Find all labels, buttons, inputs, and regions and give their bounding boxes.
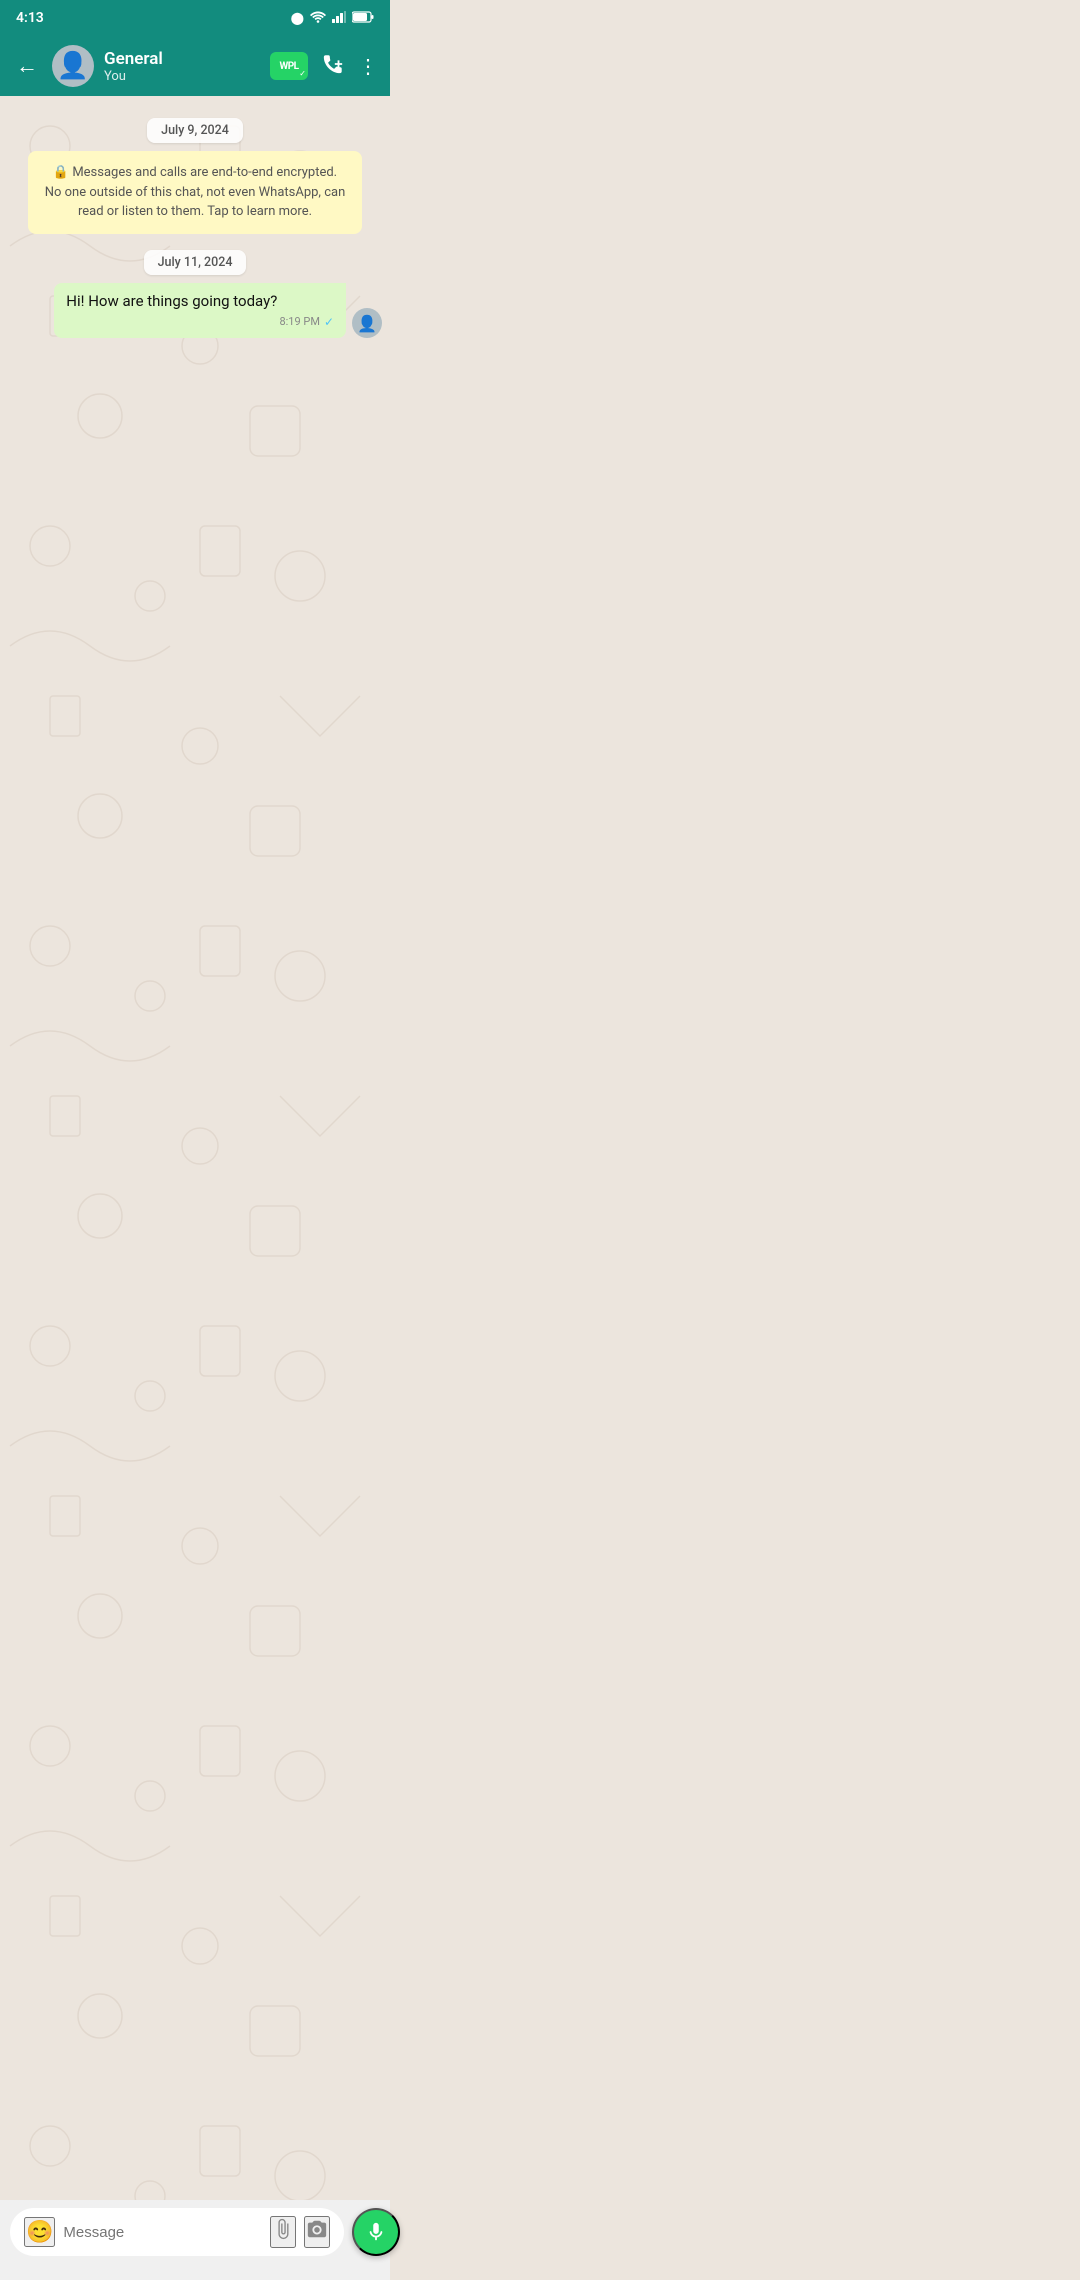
signal-icon xyxy=(332,11,346,26)
sender-avatar: 👤 xyxy=(352,308,382,338)
contact-subtitle: You xyxy=(104,69,260,84)
date-chip-1: July 9, 2024 xyxy=(147,118,243,143)
camera-button[interactable] xyxy=(304,2216,330,2248)
chat-header: ← 👤 General You WPL ✓ ⋮ xyxy=(0,36,390,96)
back-button[interactable]: ← xyxy=(12,49,42,83)
more-options-button[interactable]: ⋮ xyxy=(358,54,378,78)
wpl-label: WPL xyxy=(279,61,298,72)
status-icons: ⬤ xyxy=(291,11,374,26)
message-text: Hi! How are things going today? xyxy=(66,292,277,310)
message-row: Hi! How are things going today? 8:19 PM … xyxy=(8,283,382,339)
contact-name: General xyxy=(104,49,260,69)
attach-button[interactable] xyxy=(270,2216,296,2248)
battery-icon xyxy=(352,11,374,26)
add-call-button[interactable] xyxy=(322,53,344,80)
wifi-icon xyxy=(310,11,326,26)
wpl-badge[interactable]: WPL ✓ xyxy=(270,52,308,80)
header-actions: WPL ✓ ⋮ xyxy=(270,52,378,80)
mic-button[interactable] xyxy=(352,2208,400,2256)
date-label-1: July 9, 2024 xyxy=(8,118,382,143)
avatar-person-icon: 👤 xyxy=(57,51,89,81)
date-chip-2: July 11, 2024 xyxy=(144,250,247,275)
lock-icon: 🔒 xyxy=(53,165,69,180)
emoji-button[interactable]: 😊 xyxy=(24,2217,55,2247)
message-time: 8:19 PM xyxy=(279,314,319,329)
mic-icon xyxy=(365,2221,387,2243)
contact-info[interactable]: General You xyxy=(104,49,260,84)
input-wrapper: 😊 xyxy=(10,2208,344,2256)
message-bubble[interactable]: Hi! How are things going today? 8:19 PM … xyxy=(54,283,346,339)
encryption-notice[interactable]: 🔒 Messages and calls are end-to-end encr… xyxy=(28,151,362,234)
sender-avatar-icon: 👤 xyxy=(357,314,377,333)
input-bar: 😊 xyxy=(0,2200,390,2280)
message-input[interactable] xyxy=(63,2224,262,2241)
camera-status-icon: ⬤ xyxy=(291,11,304,25)
contact-avatar[interactable]: 👤 xyxy=(52,45,94,87)
date-label-2: July 11, 2024 xyxy=(8,250,382,275)
message-meta: 8:19 PM ✓ xyxy=(279,314,334,331)
chat-area: July 9, 2024 🔒 Messages and calls are en… xyxy=(0,96,390,2216)
status-bar: 4:13 ⬤ xyxy=(0,0,390,36)
status-time: 4:13 xyxy=(16,10,44,26)
encryption-text: Messages and calls are end-to-end encryp… xyxy=(45,165,346,219)
delivered-icon: ✓ xyxy=(324,314,334,331)
wpl-check-icon: ✓ xyxy=(299,69,306,78)
